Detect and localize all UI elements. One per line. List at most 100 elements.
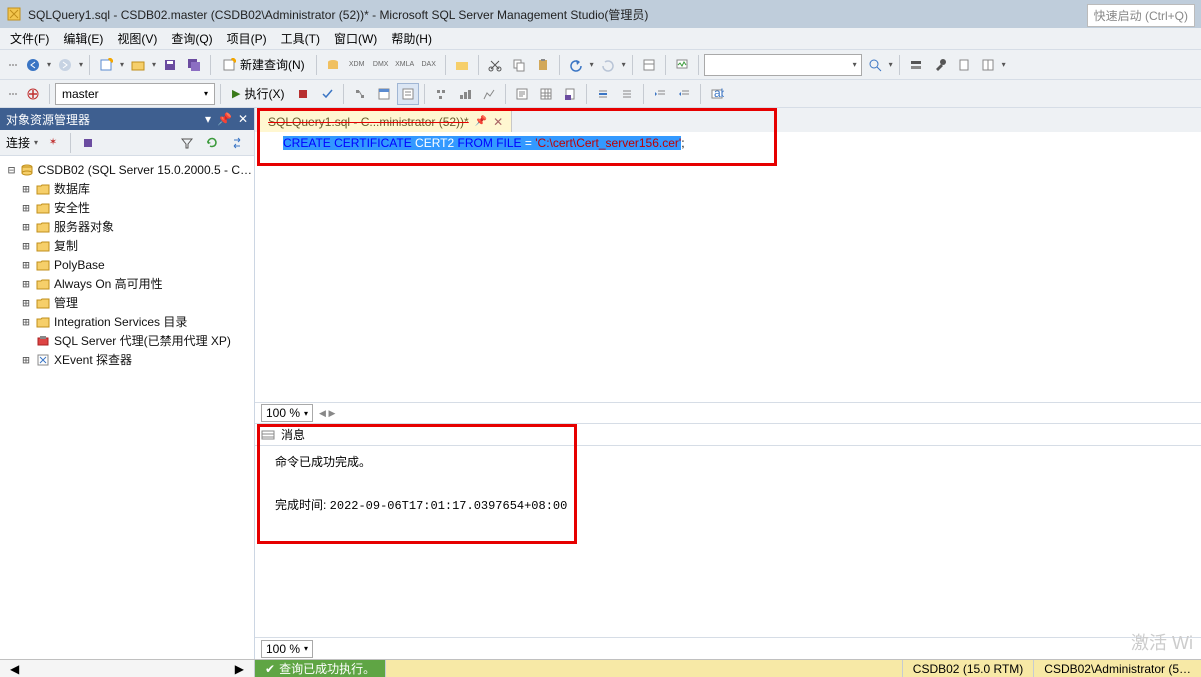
object-explorer-button[interactable] — [977, 54, 999, 76]
expand-icon[interactable]: ⊞ — [20, 353, 32, 367]
estimated-plan-button[interactable] — [349, 83, 371, 105]
parse-button[interactable] — [316, 83, 338, 105]
nav-forward-button[interactable] — [54, 54, 76, 76]
outdent-button[interactable] — [673, 83, 695, 105]
tree-item[interactable]: ⊞PolyBase — [2, 255, 252, 274]
messages-tab-header[interactable]: 消息 — [255, 424, 1201, 446]
actual-plan-button[interactable] — [430, 83, 452, 105]
expand-icon[interactable]: ⊟ — [6, 163, 17, 177]
toolbar2-grip[interactable] — [6, 93, 20, 95]
menu-help[interactable]: 帮助(H) — [385, 28, 438, 49]
cut-button[interactable] — [484, 54, 506, 76]
open-project-button[interactable] — [127, 54, 149, 76]
mdx-query-button[interactable]: DMX — [370, 54, 392, 76]
object-explorer-header[interactable]: 对象资源管理器 ▾ 📌 ✕ — [0, 108, 254, 130]
find-combo[interactable]: ▾ — [704, 54, 862, 76]
stop-action-button[interactable] — [77, 132, 99, 154]
expand-icon[interactable]: ⊞ — [20, 258, 32, 272]
refresh-button[interactable] — [201, 132, 223, 154]
tree-item[interactable]: ⊞复制 — [2, 236, 252, 255]
save-all-button[interactable] — [183, 54, 205, 76]
as-query-button[interactable]: XDM — [346, 54, 368, 76]
pin-icon[interactable]: 📌 — [475, 116, 487, 127]
activity-monitor-button[interactable] — [671, 54, 693, 76]
tree-item[interactable]: ⊞管理 — [2, 293, 252, 312]
expand-icon[interactable]: ⊞ — [20, 220, 32, 234]
tree-item[interactable]: SQL Server 代理(已禁用代理 XP) — [2, 331, 252, 350]
results-file-button[interactable] — [559, 83, 581, 105]
save-button[interactable] — [159, 54, 181, 76]
tools-extension-button[interactable] — [929, 54, 951, 76]
database-selector[interactable]: master ▾ — [55, 83, 215, 105]
new-item-button[interactable] — [95, 54, 117, 76]
live-stats-button[interactable] — [454, 83, 476, 105]
properties-button[interactable] — [638, 54, 660, 76]
registered-servers-button[interactable] — [905, 54, 927, 76]
menu-window[interactable]: 窗口(W) — [328, 28, 383, 49]
nav-fwd-dropdown[interactable]: ▾ — [78, 54, 84, 76]
menu-project[interactable]: 项目(P) — [221, 28, 273, 49]
new-query-button[interactable]: 新建查询(N) — [216, 54, 311, 76]
hscroll-left[interactable]: ◀ — [10, 662, 19, 676]
find-dropdown[interactable]: ▾ — [888, 54, 894, 76]
nav-back-dropdown[interactable]: ▾ — [46, 54, 52, 76]
toolbar-grip[interactable] — [6, 64, 20, 66]
xmla-query-button[interactable]: XMLA — [394, 54, 416, 76]
expand-icon[interactable]: ⊞ — [20, 201, 32, 215]
document-tab[interactable]: SQLQuery1.sql - C...ministrator (52))* 📌… — [259, 110, 512, 132]
specify-template-button[interactable]: ab — [706, 83, 728, 105]
tab-close-icon[interactable]: ✕ — [493, 115, 503, 129]
find-button[interactable] — [864, 54, 886, 76]
disconnect-button[interactable]: ✶ — [42, 132, 64, 154]
redo-button[interactable] — [597, 54, 619, 76]
execute-button[interactable]: ▶ 执行(X) — [226, 83, 290, 105]
find-input[interactable] — [709, 58, 849, 72]
stop-button[interactable] — [292, 83, 314, 105]
copy-button[interactable] — [508, 54, 530, 76]
sync-button[interactable] — [226, 132, 248, 154]
results-text-button[interactable] — [511, 83, 533, 105]
expand-icon[interactable]: ⊞ — [20, 239, 32, 253]
tree-item[interactable]: ⊞Always On 高可用性 — [2, 274, 252, 293]
panel-close-icon[interactable]: ✕ — [238, 112, 248, 126]
paste-button[interactable] — [532, 54, 554, 76]
connect-dropdown[interactable]: ▾ — [33, 132, 39, 154]
comment-button[interactable] — [592, 83, 614, 105]
template-explorer-button[interactable] — [953, 54, 975, 76]
panel-dropdown-icon[interactable]: ▾ — [205, 112, 211, 126]
undo-dropdown[interactable]: ▾ — [589, 54, 595, 76]
redo-dropdown[interactable]: ▾ — [621, 54, 627, 76]
quick-launch-input[interactable]: 快速启动 (Ctrl+Q) — [1087, 4, 1195, 27]
menu-view[interactable]: 视图(V) — [111, 28, 163, 49]
nav-back-button[interactable] — [22, 54, 44, 76]
messages-zoom-selector[interactable]: 100 % ▾ — [261, 640, 313, 658]
undo-button[interactable] — [565, 54, 587, 76]
change-connection-button[interactable] — [22, 83, 44, 105]
expand-icon[interactable]: ⊞ — [20, 182, 32, 196]
panel-pin-icon[interactable]: 📌 — [217, 112, 232, 126]
hscroll-right[interactable]: ▶ — [235, 662, 244, 676]
results-grid-button[interactable] — [535, 83, 557, 105]
intellisense-button[interactable] — [397, 83, 419, 105]
menu-edit[interactable]: 编辑(E) — [57, 28, 109, 49]
menu-query[interactable]: 查询(Q) — [165, 28, 218, 49]
query-options-button[interactable] — [373, 83, 395, 105]
expand-icon[interactable]: ⊞ — [20, 277, 32, 291]
connect-label[interactable]: 连接 — [6, 134, 30, 151]
tree-item[interactable]: ⊞数据库 — [2, 179, 252, 198]
sql-code-editor[interactable]: CREATE CERTIFICATE CERT2 FROM FILE = 'C:… — [255, 132, 1201, 402]
tree-root[interactable]: ⊟ CSDB02 (SQL Server 15.0.2000.5 - C… — [2, 160, 252, 179]
new-item-dropdown[interactable]: ▾ — [119, 54, 125, 76]
object-explorer-tree[interactable]: ⊟ CSDB02 (SQL Server 15.0.2000.5 - C… ⊞数… — [0, 156, 254, 659]
uncomment-button[interactable] — [616, 83, 638, 105]
layouts-dropdown[interactable]: ▾ — [1001, 54, 1007, 76]
tree-item[interactable]: ⊞Integration Services 目录 — [2, 312, 252, 331]
filter-button[interactable] — [176, 132, 198, 154]
editor-zoom-selector[interactable]: 100 % ▾ — [261, 404, 313, 422]
tree-item[interactable]: ⊞XEvent 探查器 — [2, 350, 252, 369]
tree-item[interactable]: ⊞服务器对象 — [2, 217, 252, 236]
indent-button[interactable] — [649, 83, 671, 105]
client-stats-button[interactable] — [478, 83, 500, 105]
expand-icon[interactable]: ⊞ — [20, 315, 32, 329]
dax-query-button[interactable]: DAX — [418, 54, 440, 76]
